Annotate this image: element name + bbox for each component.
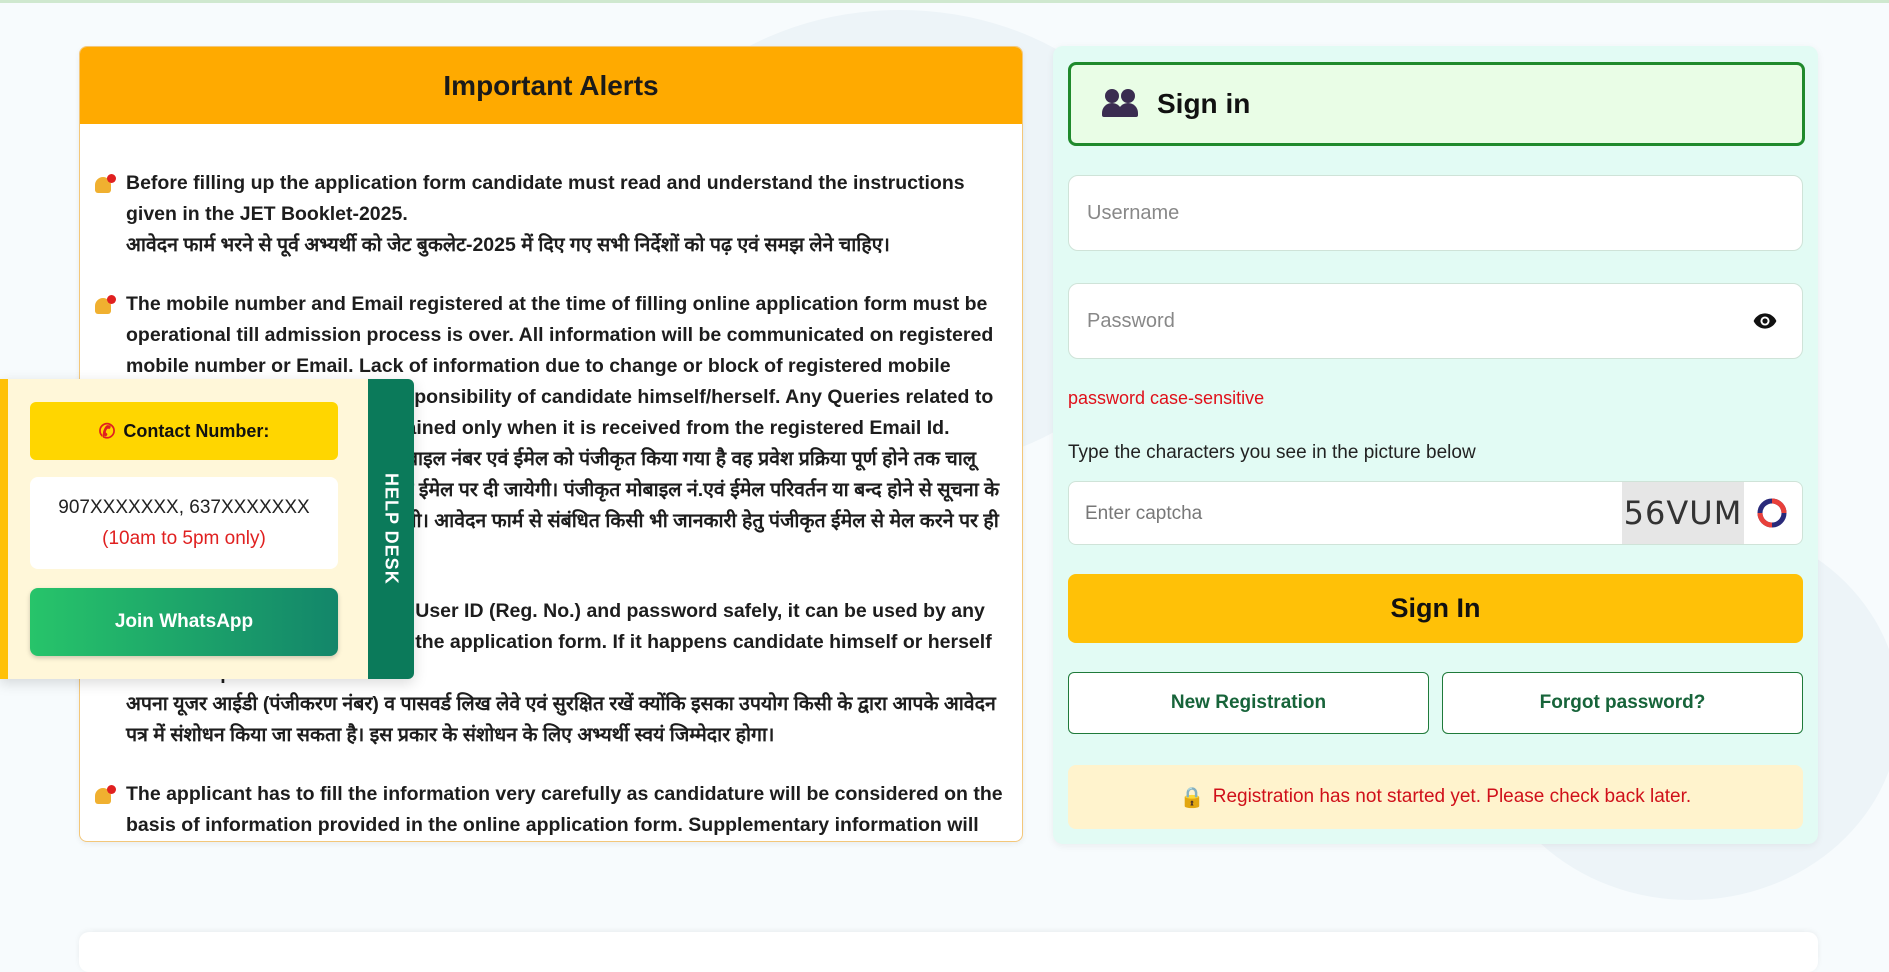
captcha-image: 56VUM <box>1622 482 1744 544</box>
signin-header: Sign in <box>1068 62 1805 146</box>
forgot-password-button[interactable]: Forgot password? <box>1442 672 1803 734</box>
bell-icon <box>92 174 116 198</box>
username-field[interactable] <box>1068 175 1803 251</box>
alert-text-en: Before filling up the application form c… <box>126 172 965 225</box>
lock-icon: 🔒 <box>1179 786 1205 809</box>
registration-notice-text: Registration has not started yet. Please… <box>1212 786 1692 807</box>
alert-text-en: The applicant has to fill the informatio… <box>126 783 1003 836</box>
alerts-title: Important Alerts <box>80 47 1022 124</box>
bell-icon <box>92 785 116 809</box>
contact-numbers-box: 907XXXXXXX, 637XXXXXXX (10am to 5pm only… <box>30 477 338 569</box>
phone-icon: ✆ <box>98 420 116 443</box>
bell-icon <box>92 295 116 319</box>
users-icon <box>1101 89 1141 119</box>
signin-button[interactable]: Sign In <box>1068 574 1803 643</box>
signin-title: Sign in <box>1157 88 1251 119</box>
bottom-section <box>79 932 1818 972</box>
signin-card: Sign in password case-sensitive Type the… <box>1053 46 1818 844</box>
captcha-label: Type the characters you see in the pictu… <box>1068 442 1476 463</box>
password-hint: password case-sensitive <box>1068 388 1265 408</box>
help-desk-panel: ✆ Contact Number: 907XXXXXXX, 637XXXXXXX… <box>0 379 414 679</box>
top-divider <box>0 0 1889 3</box>
password-field[interactable] <box>1068 283 1803 359</box>
new-registration-button[interactable]: New Registration <box>1068 672 1429 734</box>
contact-hours: (10am to 5pm only) <box>102 528 266 549</box>
captcha-input[interactable] <box>1069 482 1637 544</box>
contact-number-label: ✆ Contact Number: <box>30 402 338 460</box>
alert-item: The applicant has to fill the informatio… <box>92 779 1008 841</box>
help-desk-tab[interactable]: HELP DESK <box>368 379 414 679</box>
alert-item: Before filling up the application form c… <box>92 168 1008 261</box>
contact-numbers: 907XXXXXXX, 637XXXXXXX <box>58 497 310 518</box>
refresh-icon[interactable] <box>1756 497 1788 529</box>
alert-text-hi: आवेदन फार्म भरने से पूर्व अभ्यर्थी को जे… <box>126 234 890 256</box>
eye-icon[interactable] <box>1752 308 1778 334</box>
password-input[interactable] <box>1069 284 1727 358</box>
username-input[interactable] <box>1069 176 1727 250</box>
alert-text-hi: अपना यूजर आईडी (पंजीकरण नंबर) व पासवर्ड … <box>126 693 996 746</box>
registration-notice: 🔒 Registration has not started yet. Plea… <box>1068 765 1803 829</box>
join-whatsapp-button[interactable]: Join WhatsApp <box>30 588 338 656</box>
captcha-field[interactable]: 56VUM <box>1068 481 1803 545</box>
